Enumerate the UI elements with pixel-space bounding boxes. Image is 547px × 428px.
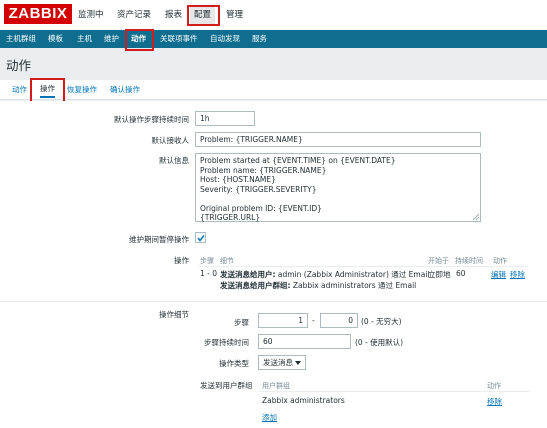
menu-reports[interactable]: 报表 bbox=[165, 6, 182, 24]
page-title: 动作 bbox=[6, 58, 32, 73]
step-duration-input[interactable]: 60 bbox=[258, 334, 351, 349]
menu-inventory[interactable]: 资产记录 bbox=[117, 6, 151, 24]
default-duration-label: 默认操作步骤持续时间 bbox=[114, 115, 189, 124]
op-type-select[interactable]: 发送消息 bbox=[258, 355, 306, 370]
ops-header-divider bbox=[198, 266, 528, 267]
top-header: ZABBIX 监测中 资产记录 报表 配置 管理 bbox=[0, 0, 547, 30]
ops-detail-group-rest: Zabbix administrators 通过 Email bbox=[290, 281, 417, 290]
op-details-label: 操作细节 bbox=[159, 310, 189, 319]
ops-remove-link[interactable]: 移除 bbox=[510, 269, 525, 280]
ops-row-detail-user: 发送消息给用户: admin (Zabbix Administrator) 通过… bbox=[220, 269, 429, 280]
ops-row-duration: 60 bbox=[456, 269, 466, 278]
group-add-link[interactable]: 添加 bbox=[262, 412, 277, 423]
ops-row-start-in: 立即地 bbox=[428, 270, 451, 279]
checkmark-icon bbox=[197, 235, 205, 242]
message-line: Problem name: {TRIGGER.NAME} bbox=[200, 165, 327, 175]
menu-monitoring[interactable]: 监测中 bbox=[78, 6, 104, 24]
op-type-value: 发送消息 bbox=[263, 358, 293, 367]
dropdown-arrow-icon bbox=[295, 361, 301, 365]
submenu-event-correlation[interactable]: 关联项事件 bbox=[160, 30, 198, 48]
default-subject-label: 默认接收人 bbox=[151, 136, 190, 145]
steps-hint: (0 - 无穷大) bbox=[361, 317, 402, 326]
resize-handle-icon[interactable] bbox=[473, 214, 479, 220]
tab-ack-operations[interactable]: 确认操作 bbox=[110, 80, 140, 100]
ops-row-steps: 1 - 0 bbox=[200, 269, 218, 278]
groups-header-action: 动作 bbox=[487, 382, 501, 390]
ops-header-steps: 步骤 bbox=[200, 257, 214, 265]
ops-header-action: 动作 bbox=[493, 257, 507, 265]
highlight-actions bbox=[125, 29, 154, 51]
pause-maintenance-checkbox[interactable] bbox=[195, 232, 206, 243]
form-tabs: 动作 操作 恢复操作 确认操作 bbox=[0, 80, 547, 100]
group-row-name: Zabbix administrators bbox=[262, 396, 345, 405]
step-duration-hint: (0 - 使用默认) bbox=[355, 338, 404, 347]
steps-dash: - bbox=[312, 316, 315, 325]
submenu-hosts[interactable]: 主机 bbox=[77, 30, 92, 48]
send-to-groups-label: 发送到用户群组 bbox=[200, 381, 253, 390]
operations-form: 默认操作步骤持续时间 1h 默认接收人 Problem: {TRIGGER.NA… bbox=[0, 101, 547, 428]
default-subject-input[interactable]: Problem: {TRIGGER.NAME} bbox=[195, 132, 481, 147]
message-line: Severity: {TRIGGER.SEVERITY} bbox=[200, 184, 317, 194]
op-type-label: 操作类型 bbox=[219, 359, 249, 368]
ops-row-detail-group: 发送消息给用户群组: Zabbix administrators 通过 Emai… bbox=[220, 280, 416, 291]
default-message-textarea[interactable]: Problem started at {EVENT.TIME} on {EVEN… bbox=[195, 153, 481, 222]
submenu-services[interactable]: 服务 bbox=[252, 30, 267, 48]
steps-label: 步骤 bbox=[234, 318, 249, 327]
group-remove-link[interactable]: 移除 bbox=[487, 396, 502, 407]
ops-header-start-in: 开始于 bbox=[428, 257, 449, 265]
submenu-maintenance[interactable]: 维护 bbox=[104, 30, 119, 48]
ops-header-duration: 持续时间 bbox=[455, 257, 483, 265]
submenu-host-groups[interactable]: 主机群组 bbox=[6, 30, 36, 48]
tab-action[interactable]: 动作 bbox=[12, 80, 27, 100]
operations-label: 操作 bbox=[174, 256, 189, 265]
default-duration-input[interactable]: 1h bbox=[195, 111, 255, 126]
groups-header-divider bbox=[260, 391, 530, 392]
tab-recovery-operations[interactable]: 恢复操作 bbox=[67, 80, 97, 100]
message-line: {TRIGGER.URL} bbox=[200, 213, 261, 222]
zabbix-logo[interactable]: ZABBIX bbox=[4, 4, 72, 24]
section-divider bbox=[0, 301, 547, 302]
message-line: Original problem ID: {EVENT.ID} bbox=[200, 203, 322, 213]
ops-detail-user-prefix: 发送消息给用户: bbox=[220, 270, 276, 279]
message-line bbox=[200, 194, 476, 204]
steps-from-input[interactable]: 1 bbox=[258, 313, 308, 328]
default-message-label: 默认信息 bbox=[159, 156, 189, 165]
message-line: Host: {HOST.NAME} bbox=[200, 175, 276, 184]
step-duration-label: 步骤持续时间 bbox=[204, 338, 249, 347]
ops-edit-link[interactable]: 编辑 bbox=[491, 269, 506, 280]
steps-to-input[interactable]: 0 bbox=[320, 313, 358, 328]
highlight-configuration bbox=[187, 5, 220, 26]
sub-menu: 主机群组 模板 主机 维护 动作 关联项事件 自动发现 服务 bbox=[0, 30, 547, 48]
pause-maintenance-label: 维护期间暂停操作 bbox=[129, 235, 189, 244]
message-line: Problem started at {EVENT.TIME} on {EVEN… bbox=[200, 156, 396, 165]
groups-header-group: 用户群组 bbox=[262, 382, 290, 390]
ops-detail-user-rest: admin (Zabbix Administrator) 通过 Email bbox=[275, 270, 430, 279]
ops-detail-group-prefix: 发送消息给用户群组: bbox=[220, 281, 291, 290]
submenu-templates[interactable]: 模板 bbox=[48, 30, 63, 48]
menu-administration[interactable]: 管理 bbox=[226, 6, 243, 24]
ops-header-details: 细节 bbox=[220, 257, 234, 265]
submenu-discovery[interactable]: 自动发现 bbox=[210, 30, 240, 48]
